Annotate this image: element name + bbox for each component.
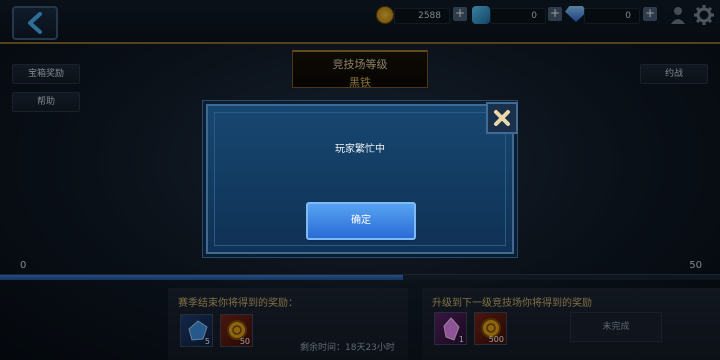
close-button[interactable] — [486, 102, 518, 134]
confirm-button[interactable]: 确定 — [306, 202, 416, 240]
busy-dialog: 玩家繁忙中 确定 — [206, 102, 518, 254]
close-icon — [494, 110, 510, 126]
dialog-message: 玩家繁忙中 — [335, 144, 385, 155]
